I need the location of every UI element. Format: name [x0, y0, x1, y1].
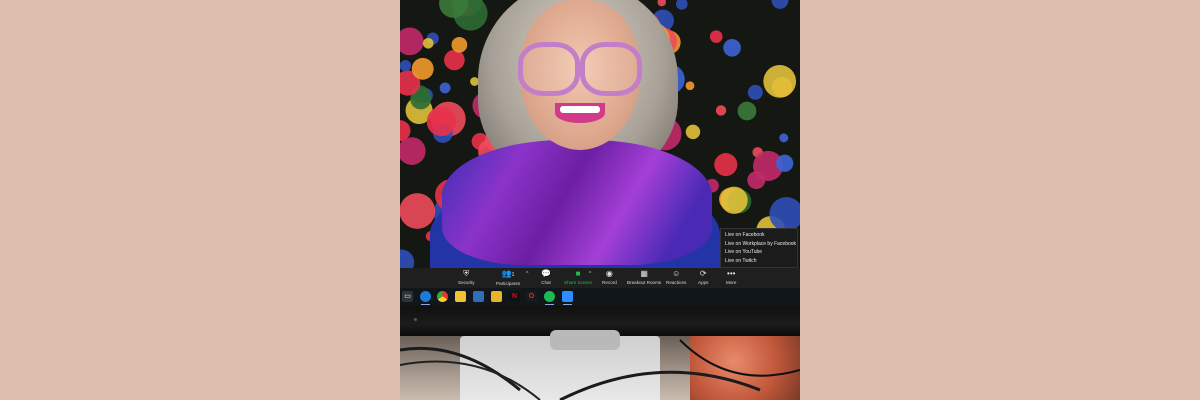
- reactions-label: Reactions: [666, 280, 687, 285]
- participants-chevron-up-icon[interactable]: ^: [526, 271, 528, 277]
- flower: [400, 137, 426, 165]
- flower: [715, 105, 727, 116]
- participants-label: Participants: [496, 281, 521, 286]
- flower: [675, 0, 688, 10]
- monitor-photo: Live on Facebook Live on Workplace by Fa…: [400, 0, 800, 400]
- right-lens: [580, 42, 642, 96]
- left-lens: [518, 42, 580, 96]
- more-button[interactable]: ••• More: [726, 269, 736, 287]
- task-view-icon[interactable]: ▭: [402, 291, 413, 302]
- breakout-rooms-label: Breakout Rooms: [627, 280, 662, 285]
- chrome-icon[interactable]: [437, 291, 448, 302]
- spotify-icon[interactable]: [544, 291, 555, 302]
- chat-label: Chat: [541, 280, 551, 285]
- share-screen-label: Share Screen: [564, 280, 593, 285]
- live-menu-item[interactable]: Live on Workplace by Facebook: [725, 240, 796, 249]
- flower: [422, 37, 434, 49]
- more-label: More: [726, 280, 737, 285]
- live-menu-item[interactable]: Live on Twitch: [725, 257, 793, 266]
- shield-icon: ⛨: [463, 269, 470, 278]
- smiley-icon: ☺: [672, 269, 681, 278]
- zoom-icon[interactable]: [562, 291, 573, 302]
- left-backdrop: [0, 0, 400, 400]
- record-icon: ◉: [605, 269, 613, 278]
- apps-label: Apps: [698, 280, 709, 285]
- flower: [685, 81, 695, 91]
- security-label: Security: [458, 280, 475, 285]
- live-menu-item[interactable]: Live on Facebook: [725, 231, 793, 240]
- flower: [426, 106, 456, 137]
- share-screen-icon: ■: [575, 269, 581, 278]
- flower: [400, 249, 415, 268]
- flower: [720, 186, 748, 214]
- flower: [771, 0, 789, 9]
- flower: [400, 27, 424, 56]
- flower: [747, 171, 766, 190]
- os-taskbar: ▭ N O: [400, 288, 800, 306]
- right-backdrop: [800, 0, 1200, 400]
- active-indicator: [421, 304, 430, 305]
- video-feed: Live on Facebook Live on Workplace by Fa…: [400, 0, 800, 268]
- photos-icon[interactable]: [473, 291, 484, 302]
- security-button[interactable]: ⛨ Security: [458, 269, 475, 287]
- teeth: [560, 106, 600, 113]
- flower: [747, 84, 763, 100]
- notes-icon[interactable]: [455, 291, 466, 302]
- record-label: Record: [602, 280, 617, 285]
- flower: [444, 49, 465, 71]
- share-screen-button[interactable]: ■ Share Screen: [564, 269, 592, 287]
- flower: [451, 37, 468, 53]
- flower: [723, 38, 741, 57]
- participants-icon: 👥1: [501, 269, 515, 278]
- grid-icon: ▦: [640, 269, 648, 278]
- edge-icon[interactable]: [420, 291, 431, 302]
- netflix-icon[interactable]: N: [509, 291, 520, 302]
- live-menu-item[interactable]: Live on YouTube: [725, 248, 793, 257]
- flower: [685, 124, 701, 140]
- apps-icon: ⟳: [699, 269, 707, 278]
- record-button[interactable]: ◉ Record: [602, 269, 617, 287]
- flower: [709, 30, 723, 43]
- flower: [657, 0, 667, 7]
- flower: [411, 57, 434, 80]
- apps-button[interactable]: ⟳ Apps: [698, 269, 708, 287]
- meeting-toolbar: ⛨ Security 👥1 Participants ^ 💬 Chat ■ Sh…: [400, 268, 800, 288]
- ellipsis-icon: •••: [727, 269, 736, 278]
- purple-scarf: [442, 140, 712, 265]
- flower: [439, 82, 451, 94]
- flower: [400, 60, 412, 72]
- share-chevron-up-icon[interactable]: ^: [589, 271, 591, 277]
- chat-button[interactable]: 💬 Chat: [541, 269, 551, 287]
- cables: [400, 339, 800, 400]
- chat-icon: 💬: [541, 269, 551, 278]
- flower: [763, 65, 797, 98]
- participants-button[interactable]: 👥1 Participants: [496, 269, 520, 287]
- active-indicator: [545, 304, 554, 305]
- reactions-button[interactable]: ☺ Reactions: [666, 269, 686, 287]
- live-stream-menu: Live on Facebook Live on Workplace by Fa…: [720, 228, 798, 268]
- explorer-icon[interactable]: [491, 291, 502, 302]
- flower: [400, 193, 436, 229]
- flower: [779, 133, 789, 143]
- glasses: [518, 42, 642, 96]
- flower: [714, 153, 738, 177]
- flower: [775, 154, 794, 172]
- active-indicator: [563, 304, 572, 305]
- power-indicator: [414, 318, 417, 321]
- photo-stage: Live on Facebook Live on Workplace by Fa…: [0, 0, 1200, 400]
- breakout-rooms-button[interactable]: ▦ Breakout Rooms: [627, 269, 661, 287]
- flower: [737, 101, 757, 121]
- participants-count: 1: [511, 272, 515, 278]
- opera-icon[interactable]: O: [526, 291, 537, 302]
